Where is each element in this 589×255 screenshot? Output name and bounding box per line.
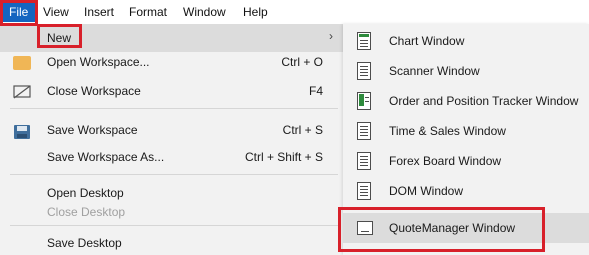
menu-item-new-label: New <box>47 31 72 45</box>
menu-insert[interactable]: Insert <box>84 4 114 20</box>
quotemanager-icon <box>357 221 373 235</box>
chart-window-icon <box>357 32 371 50</box>
chevron-right-icon: › <box>329 29 333 43</box>
chart-window-label: Chart Window <box>389 34 465 48</box>
submenu-item-forex-board[interactable]: Forex Board Window <box>343 146 589 176</box>
order-tracker-label: Order and Position Tracker Window <box>389 94 579 108</box>
menu-separator <box>10 225 338 226</box>
save-workspace-as-shortcut: Ctrl + Shift + S <box>244 150 323 164</box>
menu-file[interactable]: File <box>3 2 35 22</box>
menu-bar: File View Insert Format Window Help <box>0 0 589 24</box>
menu-item-save-workspace-as[interactable]: Save Workspace As... Ctrl + Shift + S <box>0 143 343 171</box>
menu-item-save-workspace[interactable]: Save Workspace Ctrl + S <box>0 116 343 144</box>
submenu-item-time-sales[interactable]: Time & Sales Window <box>343 116 589 146</box>
submenu-item-order-tracker[interactable]: Order and Position Tracker Window <box>343 86 589 116</box>
dom-window-label: DOM Window <box>389 184 464 198</box>
file-dropdown: New › Open Workspace... Ctrl + O Close W… <box>0 24 343 255</box>
close-workspace-shortcut: F4 <box>308 84 323 98</box>
save-desktop-label: Save Desktop <box>47 236 122 250</box>
order-tracker-icon <box>357 92 371 110</box>
scanner-window-icon <box>357 62 371 80</box>
save-workspace-shortcut: Ctrl + S <box>282 123 323 137</box>
quotemanager-label: QuoteManager Window <box>389 221 516 235</box>
save-workspace-as-label: Save Workspace As... <box>47 150 165 164</box>
save-workspace-label: Save Workspace <box>47 123 138 137</box>
menu-window[interactable]: Window <box>183 4 226 20</box>
menu-view[interactable]: View <box>43 4 69 20</box>
menu-format[interactable]: Format <box>129 4 167 20</box>
time-sales-label: Time & Sales Window <box>389 124 506 138</box>
menu-separator <box>10 108 338 109</box>
open-workspace-label: Open Workspace... <box>47 55 150 69</box>
time-sales-icon <box>357 122 371 140</box>
submenu-item-dom-window[interactable]: DOM Window <box>343 176 589 206</box>
open-workspace-shortcut: Ctrl + O <box>281 55 323 69</box>
forex-board-icon <box>357 152 371 170</box>
forex-board-label: Forex Board Window <box>389 154 502 168</box>
dom-window-icon <box>357 182 371 200</box>
menu-help[interactable]: Help <box>243 4 268 20</box>
submenu-item-chart-window[interactable]: Chart Window <box>343 26 589 56</box>
menu-item-close-desktop: Close Desktop <box>0 198 343 226</box>
scanner-window-label: Scanner Window <box>389 64 480 78</box>
menu-separator <box>10 174 338 175</box>
submenu-item-scanner-window[interactable]: Scanner Window <box>343 56 589 86</box>
menu-item-save-desktop[interactable]: Save Desktop <box>0 229 343 255</box>
new-submenu: Chart Window Scanner Window Order and Po… <box>343 24 589 255</box>
menu-item-open-workspace[interactable]: Open Workspace... Ctrl + O <box>0 48 343 76</box>
menu-item-close-workspace[interactable]: Close Workspace F4 <box>0 77 343 105</box>
close-desktop-label: Close Desktop <box>47 205 126 219</box>
close-workspace-label: Close Workspace <box>47 84 141 98</box>
submenu-item-quotemanager[interactable]: QuoteManager Window <box>343 213 589 243</box>
